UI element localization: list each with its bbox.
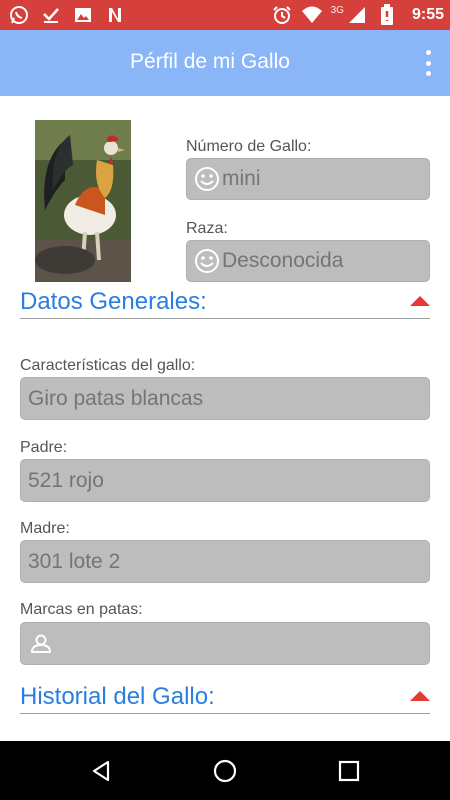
signal-icon xyxy=(346,4,368,26)
network-type-label: 3G xyxy=(330,5,344,16)
breed-label: Raza: xyxy=(186,220,228,237)
mother-field[interactable]: 301 lote 2 xyxy=(20,540,430,583)
battery-icon xyxy=(376,4,398,26)
breed-field[interactable]: Desconocida xyxy=(186,240,430,282)
section-history-title: Historial del Gallo: xyxy=(20,683,215,710)
page-title: Pérfil de mi Gallo xyxy=(130,50,290,73)
image-icon xyxy=(72,4,94,26)
smiley-icon xyxy=(194,166,220,192)
characteristics-field[interactable]: Giro patas blancas xyxy=(20,377,430,420)
breed-value: Desconocida xyxy=(222,249,344,272)
number-value: mini xyxy=(222,167,261,190)
status-bar: 3G 9:55 xyxy=(0,0,450,30)
collapse-triangle-icon[interactable] xyxy=(410,296,430,306)
rooster-photo[interactable] xyxy=(35,120,131,282)
mother-value: 301 lote 2 xyxy=(28,549,121,573)
father-value: 521 rojo xyxy=(28,468,104,492)
wifi-icon xyxy=(301,4,323,26)
collapse-triangle-icon[interactable] xyxy=(410,691,430,701)
mother-label: Madre: xyxy=(20,520,70,537)
alarm-icon xyxy=(271,4,293,26)
section-history-header[interactable]: Historial del Gallo: xyxy=(20,683,430,714)
overflow-menu-icon[interactable] xyxy=(420,50,436,76)
recents-square-icon[interactable] xyxy=(334,756,364,786)
number-label: Número de Gallo: xyxy=(186,138,312,155)
netflix-icon xyxy=(104,4,126,26)
person-icon xyxy=(28,631,54,657)
father-label: Padre: xyxy=(20,439,68,456)
clock: 9:55 xyxy=(411,6,444,23)
whatsapp-icon xyxy=(8,4,30,26)
app-bar: Pérfil de mi Gallo xyxy=(0,30,450,96)
download-done-icon xyxy=(40,4,62,26)
back-triangle-icon[interactable] xyxy=(86,756,116,786)
number-field[interactable]: mini xyxy=(186,158,430,200)
section-general-title: Datos Generales: xyxy=(20,288,207,315)
leg-marks-label: Marcas en patas: xyxy=(20,601,143,618)
leg-marks-field[interactable] xyxy=(20,622,430,665)
father-field[interactable]: 521 rojo xyxy=(20,459,430,502)
characteristics-label: Características del gallo: xyxy=(20,357,196,374)
navigation-bar xyxy=(0,741,450,800)
characteristics-value: Giro patas blancas xyxy=(28,386,204,410)
smiley-icon xyxy=(194,248,220,274)
home-circle-icon[interactable] xyxy=(210,756,240,786)
section-general-header[interactable]: Datos Generales: xyxy=(20,288,430,319)
